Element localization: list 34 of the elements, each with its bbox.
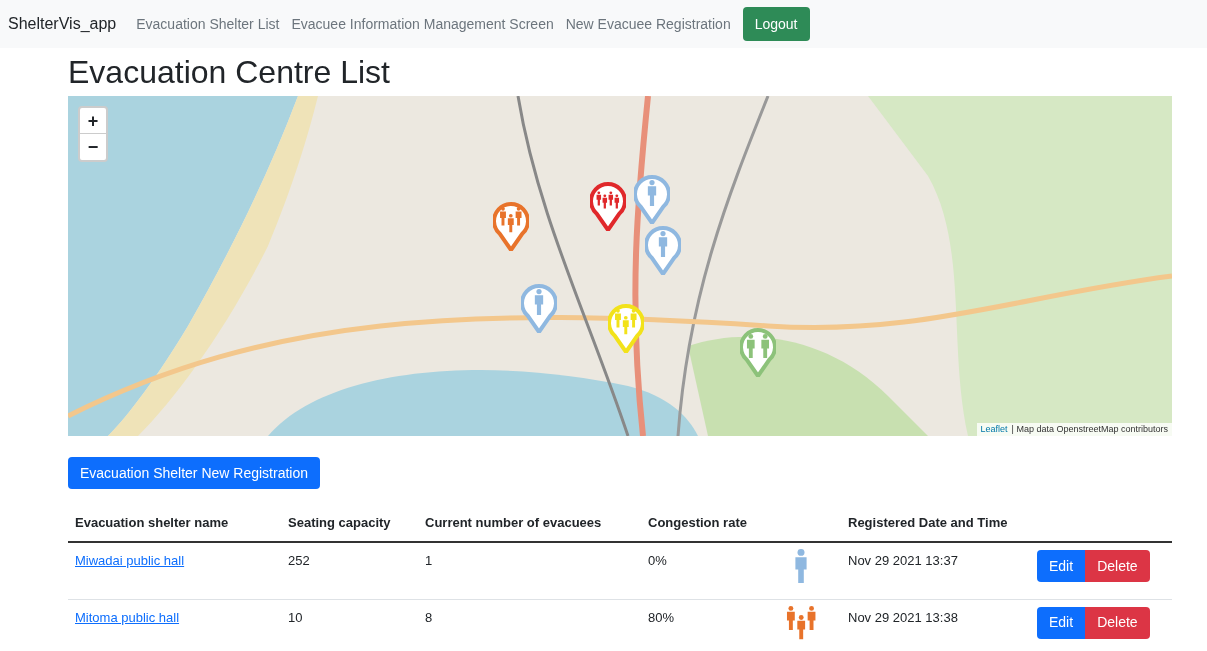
map-marker[interactable] (634, 174, 671, 225)
zoom-out-button[interactable]: − (80, 134, 106, 160)
app-brand[interactable]: ShelterVis_app (8, 12, 117, 36)
page-title: Evacuation Centre List (68, 53, 391, 92)
logout-button[interactable]: Logout (742, 7, 810, 41)
map-marker[interactable] (520, 283, 557, 333)
column-header: Registered Date and Time (841, 504, 1037, 542)
map-attribution: | Map data OpenstreetMap contributors (1011, 422, 1168, 436)
nav-link[interactable]: New Evacuee Registration (565, 13, 731, 35)
column-header: Congestion rate (641, 504, 841, 542)
new-shelter-button[interactable]: Evacuation Shelter New Registration (68, 457, 320, 489)
shelter-name-link[interactable]: Miwadai public hall (75, 553, 185, 568)
leaflet-link[interactable]: Leaflet (980, 422, 1008, 436)
delete-button[interactable]: Delete (1085, 606, 1150, 639)
map-marker[interactable] (645, 225, 682, 276)
table-cell: 10 (281, 599, 418, 651)
table-cell: 80% (641, 599, 841, 651)
delete-button[interactable]: Delete (1085, 550, 1150, 582)
zoom-in-button[interactable]: + (80, 108, 106, 134)
table-cell: 252 (281, 542, 418, 599)
table-cell: Nov 29 2021 13:37 (841, 542, 1037, 599)
nav-link[interactable]: Evacuation Shelter List (136, 13, 280, 35)
column-header: Current number of evacuees (418, 504, 641, 542)
map-marker[interactable] (590, 181, 627, 231)
table-cell: 8 (418, 599, 641, 651)
table-cell: 1 (418, 542, 641, 599)
column-header: Seating capacity (281, 504, 418, 542)
nav-link[interactable]: Evacuee Information Management Screen (291, 13, 554, 35)
edit-button[interactable]: Edit (1037, 606, 1086, 639)
edit-button[interactable]: Edit (1037, 550, 1086, 582)
table-cell: 0% (641, 542, 841, 599)
shelter-name-link[interactable]: Mitoma public hall (75, 609, 180, 625)
column-header: Evacuation shelter name (68, 504, 281, 542)
table-cell: Nov 29 2021 13:38 (841, 599, 1037, 651)
